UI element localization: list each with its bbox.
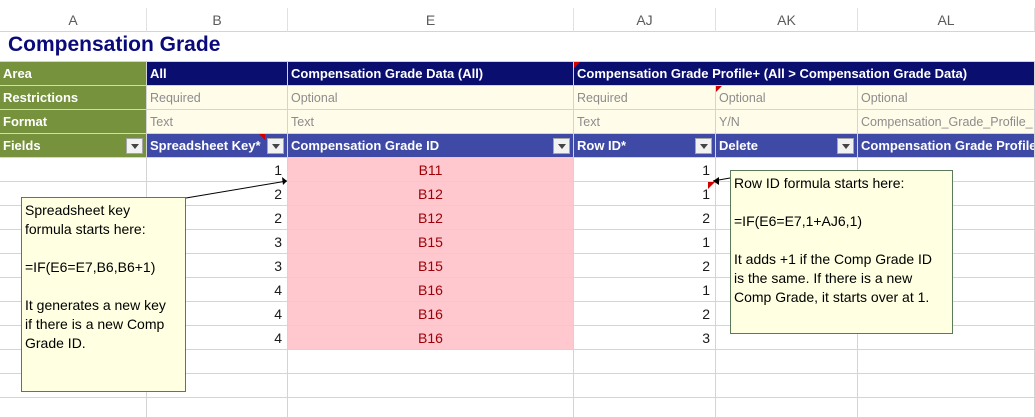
cell-row-id[interactable]: 2 (574, 254, 716, 278)
filter-dropdown-icon[interactable] (126, 138, 143, 154)
format-aj[interactable]: Text (574, 110, 716, 134)
format-label[interactable]: Format (0, 110, 147, 134)
cell-row-id[interactable] (574, 374, 716, 398)
cell-spreadsheet-key[interactable] (147, 398, 288, 417)
cell-row-id[interactable]: 1 (574, 158, 716, 182)
cell-row-id[interactable]: 1 (574, 278, 716, 302)
column-header-ak[interactable]: AK (716, 8, 858, 32)
restriction-e[interactable]: Optional (288, 86, 574, 110)
cell-grade-id[interactable]: B15 (288, 230, 574, 254)
field-compensation-grade-id[interactable]: Compensation Grade ID (288, 134, 574, 158)
top-strip (0, 0, 1035, 8)
filter-dropdown-icon[interactable] (695, 138, 712, 154)
cell-delete[interactable] (716, 374, 858, 398)
restrictions-label[interactable]: Restrictions (0, 86, 147, 110)
field-spreadsheet-key-text: Spreadsheet Key* (150, 138, 261, 153)
cell-grade-id[interactable]: B16 (288, 326, 574, 350)
restriction-b[interactable]: Required (147, 86, 288, 110)
filter-dropdown-icon[interactable] (267, 138, 284, 154)
cell-grade-id[interactable]: B15 (288, 254, 574, 278)
cell-grade-id[interactable] (288, 398, 574, 417)
cell-grade-id[interactable]: B11 (288, 158, 574, 182)
filter-dropdown-icon[interactable] (553, 138, 570, 154)
cell-grade-id[interactable]: B16 (288, 278, 574, 302)
spreadsheet: A B E AJ AK AL Compensation Grade Area A… (0, 0, 1035, 417)
cell-a[interactable] (0, 398, 147, 417)
cell-row-id[interactable]: 1 (574, 230, 716, 254)
field-compensation-grade-id-text: Compensation Grade ID (291, 138, 440, 153)
cell-row-id[interactable]: 3 (574, 326, 716, 350)
fields-label-text: Fields (3, 138, 41, 153)
column-header-e[interactable]: E (288, 8, 574, 32)
cell-a[interactable] (0, 158, 147, 182)
column-header-b[interactable]: B (147, 8, 288, 32)
field-row-id-text: Row ID* (577, 138, 627, 153)
comment-indicator-icon (716, 86, 722, 92)
column-header-aj[interactable]: AJ (574, 8, 716, 32)
restriction-aj[interactable]: Required (574, 86, 716, 110)
cell-row-id[interactable] (574, 398, 716, 417)
cell-delete[interactable] (716, 398, 858, 417)
cell-grade-id[interactable]: B12 (288, 182, 574, 206)
cell-delete[interactable] (716, 350, 858, 374)
cell-grade-id[interactable]: B16 (288, 302, 574, 326)
format-b[interactable]: Text (147, 110, 288, 134)
cell-row-id[interactable] (574, 350, 716, 374)
comment-indicator-icon (259, 134, 265, 140)
cell-grade-id[interactable]: B12 (288, 206, 574, 230)
cell-grade-profile[interactable] (858, 398, 1035, 417)
area-label[interactable]: Area (0, 62, 147, 86)
cell-spreadsheet-key[interactable]: 1 (147, 158, 288, 182)
field-row-id[interactable]: Row ID* (574, 134, 716, 158)
area-grade-profile[interactable]: Compensation Grade Profile+ (All > Compe… (574, 62, 1035, 86)
column-header-a[interactable]: A (0, 8, 147, 32)
field-delete[interactable]: Delete (716, 134, 858, 158)
restriction-ak-text: Optional (719, 90, 766, 105)
area-all[interactable]: All (147, 62, 288, 86)
spreadsheet-key-note[interactable]: Spreadsheet key formula starts here: =IF… (21, 197, 186, 392)
comment-indicator-icon (574, 62, 580, 68)
cell-grade-id[interactable] (288, 374, 574, 398)
cell-row-id[interactable]: 1 (574, 182, 716, 206)
restriction-ak[interactable]: Optional (716, 86, 858, 110)
format-al[interactable]: Compensation_Grade_Profile_ (858, 110, 1035, 134)
area-grade-profile-text: Compensation Grade Profile+ (All > Compe… (577, 66, 968, 81)
cell-grade-id[interactable] (288, 350, 574, 374)
cell-grade-profile[interactable] (858, 350, 1035, 374)
field-grade-profile[interactable]: Compensation Grade Profile (858, 134, 1035, 158)
filter-dropdown-icon[interactable] (837, 138, 854, 154)
row-id-note[interactable]: Row ID formula starts here: =IF(E6=E7,1+… (730, 170, 953, 334)
cell-grade-profile[interactable] (858, 374, 1035, 398)
fields-label[interactable]: Fields (0, 134, 147, 158)
column-header-al[interactable]: AL (858, 8, 1035, 32)
field-delete-text: Delete (719, 138, 759, 153)
sheet-title: Compensation Grade (8, 33, 221, 56)
format-e[interactable]: Text (288, 110, 574, 134)
restriction-al[interactable]: Optional (858, 86, 1035, 110)
format-ak[interactable]: Y/N (716, 110, 858, 134)
field-spreadsheet-key[interactable]: Spreadsheet Key* (147, 134, 288, 158)
cell-row-id[interactable]: 2 (574, 302, 716, 326)
area-grade-data[interactable]: Compensation Grade Data (All) (288, 62, 574, 86)
cell-row-id[interactable]: 2 (574, 206, 716, 230)
